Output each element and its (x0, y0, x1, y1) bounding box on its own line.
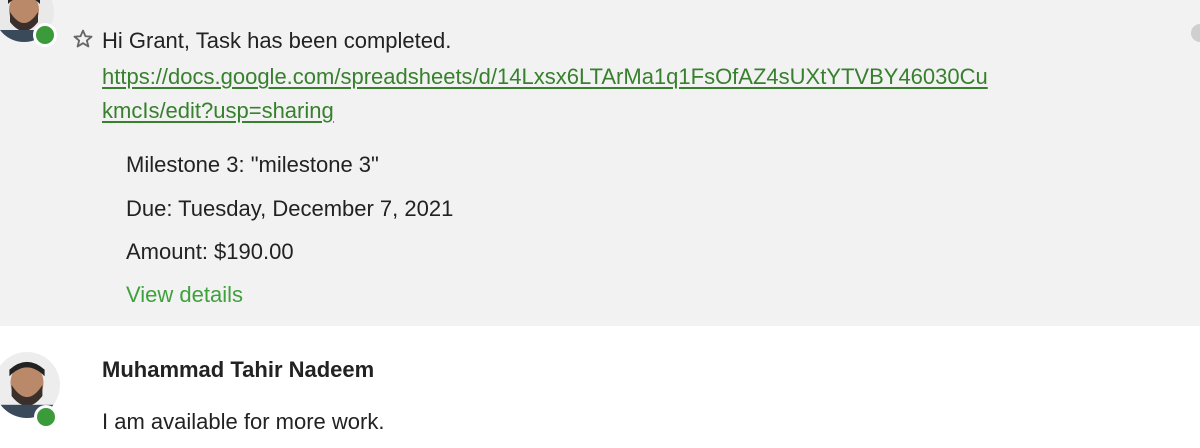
sender-name[interactable]: Muhammad Tahir Nadeem (102, 357, 374, 383)
spreadsheet-link-line-1[interactable]: https://docs.google.com/spreadsheets/d/1… (102, 64, 988, 90)
online-status-icon (34, 405, 58, 429)
milestone-title: Milestone 3: "milestone 3" (126, 152, 379, 177)
milestone-message: Hi Grant, Task has been completed. https… (0, 0, 1200, 326)
online-status-icon (33, 23, 57, 47)
view-details-link[interactable]: View details (126, 282, 243, 308)
milestone-amount: Amount: $190.00 (126, 239, 294, 264)
star-outline-icon[interactable] (72, 28, 94, 50)
more-options-icon[interactable] (1186, 20, 1200, 46)
spreadsheet-link-line-2[interactable]: kmcIs/edit?usp=sharing (102, 98, 334, 124)
message-text: I am available for more work. (102, 409, 385, 434)
message-greeting: Hi Grant, Task has been completed. (102, 28, 452, 53)
milestone-due-date: Due: Tuesday, December 7, 2021 (126, 196, 454, 221)
